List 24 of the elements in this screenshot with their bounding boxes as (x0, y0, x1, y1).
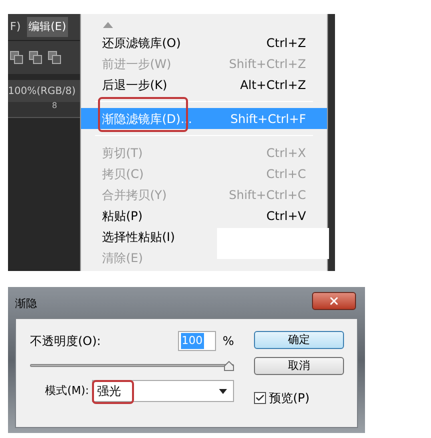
percent-label: % (222, 333, 234, 350)
close-icon (328, 295, 340, 307)
opacity-slider[interactable] (30, 361, 234, 371)
dialog-title: 渐隐 (15, 296, 37, 312)
dialog-button[interactable]: 取消 (254, 357, 344, 375)
opacity-label: 不透明度(O): (30, 333, 102, 350)
mode-label: 模式(M): (44, 382, 90, 399)
ruler: 8 (8, 102, 80, 118)
preview-checkbox[interactable] (254, 392, 266, 404)
menu-item[interactable]: 选择性粘贴(I) (81, 226, 196, 247)
preview-label: 预览(P) (269, 390, 310, 407)
dropdown-caret-icon (219, 388, 227, 394)
menu-item[interactable]: 粘贴(P) Ctrl+V (81, 205, 327, 226)
tool-option-icon[interactable] (10, 51, 23, 64)
dialog-button[interactable]: 确定 (254, 331, 344, 349)
check-icon (255, 393, 265, 403)
tool-option-icon[interactable] (29, 51, 42, 64)
tool-option-icon[interactable] (48, 51, 61, 64)
menu-bar-item[interactable]: F) (8, 16, 23, 38)
menu-item[interactable]: 还原滤镜库(O) Ctrl+Z (81, 32, 327, 53)
menu-item[interactable]: 后退一步(K) Alt+Ctrl+Z (81, 74, 327, 95)
mode-dropdown[interactable]: 强光 (92, 380, 234, 402)
menu-bar-item[interactable]: 编辑(E) (26, 16, 68, 38)
close-button[interactable] (312, 292, 356, 310)
